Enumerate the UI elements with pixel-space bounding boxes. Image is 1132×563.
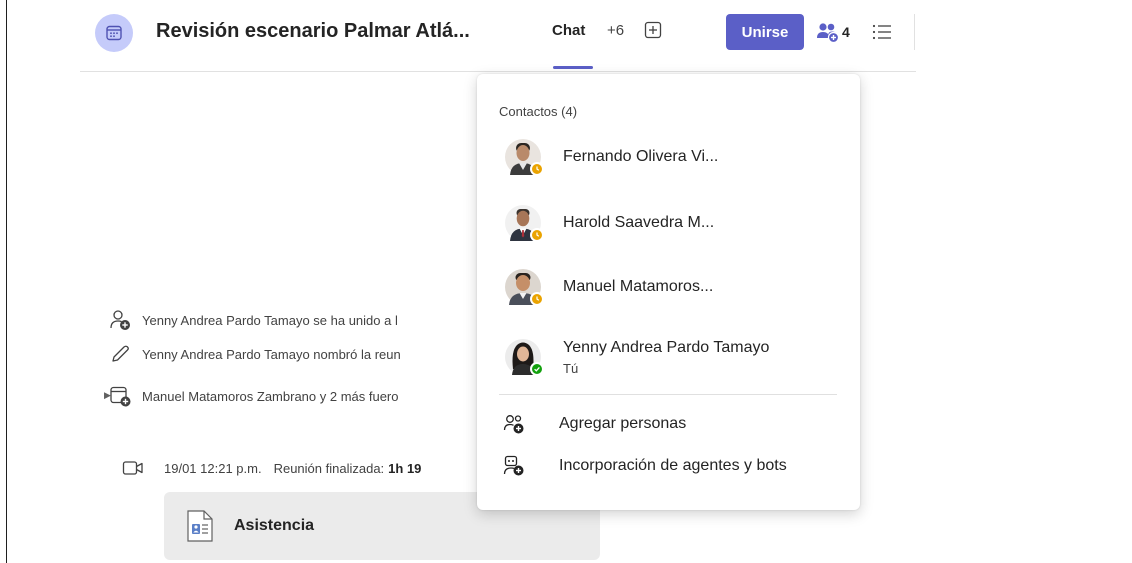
participant-count: 4	[842, 24, 850, 40]
feed-event-invited[interactable]: ▶ Manuel Matamoros Zambrano y 2 más fuer…	[104, 384, 399, 408]
meeting-duration: 1h 19	[388, 460, 422, 476]
participants-button[interactable]: 4	[816, 20, 850, 44]
contact-item[interactable]: Manuel Matamoros...	[499, 264, 839, 310]
pencil-icon	[112, 345, 129, 362]
window-edge	[0, 0, 7, 563]
feed-event-renamed: Yenny Andrea Pardo Tamayo nombró la reun	[108, 342, 401, 366]
contact-self-label: Tú	[563, 360, 579, 376]
avatar	[505, 205, 544, 242]
expand-caret-icon[interactable]: ▶	[104, 390, 111, 401]
join-button[interactable]: Unirse	[726, 14, 804, 50]
popup-title: Contactos (4)	[499, 104, 578, 119]
meeting-status: Reunión finalizada:	[273, 460, 385, 476]
calendar-add-icon	[110, 386, 131, 407]
add-people-button[interactable]: Agregar personas	[499, 408, 839, 440]
people-add-icon	[817, 23, 840, 43]
person-add-icon	[503, 415, 524, 434]
contacts-popup: Contactos (4) Fernando Olivera Vi... Har…	[477, 74, 860, 510]
tab-more-button[interactable]: +6	[607, 22, 624, 39]
feed-event-joined: Yenny Andrea Pardo Tamayo se ha unido a …	[108, 308, 398, 332]
add-agents-bots-label: Incorporación de agentes y bots	[559, 457, 787, 474]
header-divider	[914, 14, 915, 50]
contact-item[interactable]: Fernando Olivera Vi...	[499, 134, 839, 180]
attendance-report-icon	[187, 510, 213, 542]
presence-away-icon	[530, 292, 544, 306]
chat-header: Revisión escenario Palmar Atlá... Chat +…	[80, 0, 916, 72]
avatar	[505, 339, 544, 376]
contact-name: Yenny Andrea Pardo Tamayo	[563, 338, 770, 356]
feed-event-text: Manuel Matamoros Zambrano y 2 más fuero	[142, 388, 399, 404]
avatar	[505, 139, 544, 176]
contact-name: Harold Saavedra M...	[563, 214, 715, 231]
contact-name: Manuel Matamoros...	[563, 278, 714, 295]
tab-active-indicator	[553, 66, 593, 69]
video-icon	[122, 461, 143, 475]
contact-item-self[interactable]: Yenny Andrea Pardo Tamayo Tú	[499, 328, 839, 386]
popup-divider	[499, 394, 837, 395]
meeting-time: 19/01 12:21 p.m.	[164, 460, 262, 476]
page-title[interactable]: Revisión escenario Palmar Atlá...	[156, 20, 470, 43]
feed-event-text: Yenny Andrea Pardo Tamayo nombró la reun	[142, 346, 401, 362]
add-people-label: Agregar personas	[559, 415, 687, 432]
contact-item[interactable]: Harold Saavedra M...	[499, 200, 839, 246]
presence-away-icon	[530, 228, 544, 242]
avatar	[505, 269, 544, 306]
person-add-icon	[110, 310, 130, 330]
add-tab-icon[interactable]	[643, 20, 663, 40]
attendance-card-label: Asistencia	[234, 517, 315, 534]
presence-away-icon	[530, 162, 544, 176]
feed-event-text: Yenny Andrea Pardo Tamayo se ha unido a …	[142, 312, 398, 328]
list-icon[interactable]	[870, 20, 894, 44]
bot-add-icon	[503, 455, 524, 476]
tab-chat[interactable]: Chat	[552, 22, 585, 39]
contact-name: Fernando Olivera Vi...	[563, 148, 719, 165]
presence-available-icon	[530, 362, 544, 376]
meeting-ended-event: 19/01 12:21 p.m. Reunión finalizada: 1h …	[122, 456, 421, 480]
calendar-icon	[95, 14, 133, 52]
add-agents-bots-button[interactable]: Incorporación de agentes y bots	[499, 450, 839, 482]
